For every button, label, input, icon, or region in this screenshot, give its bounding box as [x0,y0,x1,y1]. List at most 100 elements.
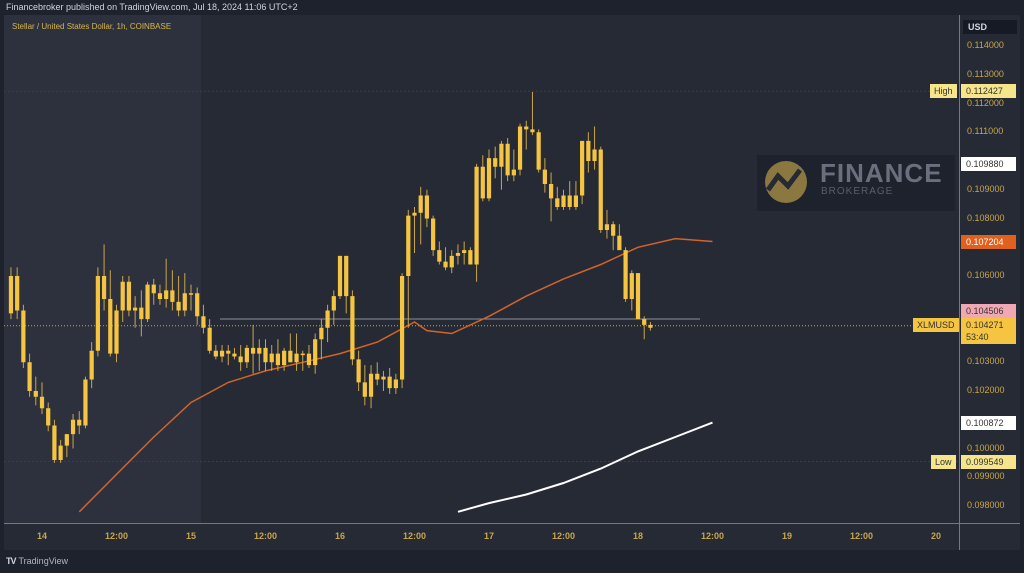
candle [263,339,268,371]
candle [443,247,448,271]
candle-body [505,143,510,176]
time-tick: 15 [185,531,197,541]
ma200-price-tag: 0.100872 [961,416,1016,430]
candle-body [344,255,349,297]
candle-body [375,373,380,380]
candle-body [64,434,69,446]
candle-body [573,195,579,207]
tv-logo-icon: TV [6,556,16,566]
currency-label[interactable]: USD [963,20,1017,34]
candle-body [133,307,138,311]
candle [462,241,467,265]
candle [300,350,305,371]
price-tick: 0.100000 [967,442,1005,453]
candle-body [157,293,163,299]
candle-body [356,359,361,383]
candle-body [300,353,305,356]
candle [269,345,274,371]
candle-body [250,347,256,354]
candle-body [176,301,181,311]
time-tick: 12:00 [253,531,278,541]
candle [201,304,206,334]
candle-body [580,140,585,196]
candle-body [126,281,132,311]
price-tick: 0.102000 [967,385,1005,395]
candle-body [145,284,150,320]
watermark-title: FINANCE [820,158,943,188]
candle-body [83,379,88,426]
time-tick: 12:00 [402,531,427,541]
candle [530,92,535,136]
candle [561,189,566,210]
price-tick: 0.112000 [967,97,1004,108]
time-tick: 12:00 [551,531,576,541]
candle-body [418,195,423,213]
high-label-tag: High [930,84,957,98]
price-tick: 0.111000 [967,126,1004,137]
candle-body [319,327,324,340]
candle [393,373,398,394]
price-axis-border [959,15,960,550]
candle [244,345,249,368]
candle [524,120,529,150]
candle-body [201,316,206,328]
time-tick: 12:00 [700,531,725,541]
candle-body [77,419,82,426]
candle [586,132,591,173]
candle [431,215,436,256]
candle-body [8,276,14,314]
candle [629,270,634,311]
candle-body [635,273,641,320]
tradingview-logo[interactable]: TV TradingView [6,556,68,566]
candle-body [399,276,405,380]
candle [505,138,510,182]
candle-body [350,296,355,360]
candle-body [207,327,212,351]
candle [548,172,554,222]
price-tick: 0.103000 [967,356,1005,367]
candle [517,123,523,176]
candle [406,209,411,328]
candle [257,339,262,371]
candle-body [561,195,566,207]
candle-body [325,310,330,328]
candle [555,186,560,210]
candle-body [263,347,268,363]
low-label-tag: Low [931,455,956,469]
candle-body [244,347,249,363]
candle [536,129,541,173]
price-tick: 0.106000 [967,270,1005,280]
candle-body [443,261,448,268]
candle-body [536,132,541,170]
candle [238,345,243,371]
candle [468,247,473,265]
candle [306,345,312,368]
candle [648,322,653,331]
candle-body [455,253,461,256]
candle-body [27,362,32,391]
candle-body [114,310,119,354]
candle-body [648,324,653,328]
ma-slow-line [457,421,713,513]
footer [0,550,1024,573]
candle-body [95,276,100,351]
candle-body [449,255,454,268]
candle-body [70,419,76,435]
candlestick-chart[interactable] [0,0,1024,573]
candle-body [33,391,38,397]
candle [611,221,616,251]
time-tick: 16 [334,531,346,541]
candle-body [387,376,392,389]
candle-body [294,353,299,363]
candle [604,209,610,239]
candle-body [412,212,417,216]
candle-body [629,273,634,299]
bar-countdown: 53:40 [966,332,989,342]
candle [387,368,392,394]
candle-body [542,169,547,184]
candle [486,149,492,202]
candle [331,290,336,325]
candle-body [15,276,20,311]
price-tick: 0.109000 [967,183,1005,194]
candle [493,146,498,179]
